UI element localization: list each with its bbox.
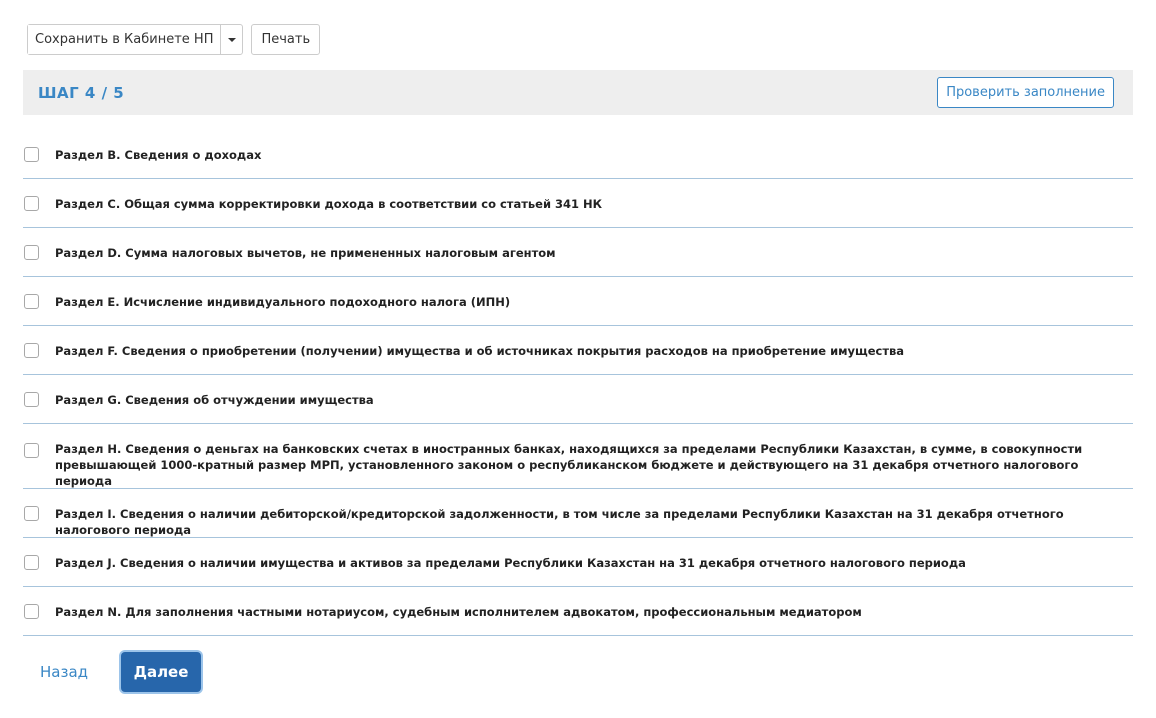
section-label: Раздел F. Сведения о приобретении (получ…: [55, 344, 905, 358]
print-button[interactable]: Печать: [251, 24, 321, 55]
section-checkbox[interactable]: [24, 392, 39, 407]
section-row-d: Раздел D. Сумма налоговых вычетов, не пр…: [23, 228, 1133, 277]
section-row-e: Раздел E. Исчисление индивидуального под…: [23, 277, 1133, 326]
section-row-i: Раздел I. Сведения о наличии дебиторской…: [23, 489, 1133, 538]
section-row-n: Раздел N. Для заполнения частными нотари…: [23, 587, 1133, 636]
section-checkbox[interactable]: [24, 245, 39, 260]
section-checkbox[interactable]: [24, 294, 39, 309]
back-link[interactable]: Назад: [30, 663, 98, 681]
section-row-g: Раздел G. Сведения об отчуждении имущест…: [23, 375, 1133, 424]
section-checkbox[interactable]: [24, 147, 39, 162]
next-button[interactable]: Далее: [121, 652, 202, 692]
toolbar: Сохранить в Кабинете НП Печать: [27, 24, 321, 55]
section-row-j: Раздел J. Сведения о наличии имущества и…: [23, 538, 1133, 587]
save-split-button: Сохранить в Кабинете НП: [27, 24, 244, 55]
caret-down-icon: [227, 37, 236, 42]
section-label: Раздел G. Сведения об отчуждении имущест…: [55, 393, 374, 407]
section-label: Раздел E. Исчисление индивидуального под…: [55, 295, 511, 309]
section-label: Раздел D. Сумма налоговых вычетов, не пр…: [55, 246, 556, 260]
save-in-cabinet-button[interactable]: Сохранить в Кабинете НП: [28, 25, 222, 54]
save-options-dropdown-button[interactable]: [221, 25, 242, 54]
wizard-footer: Назад Далее: [30, 652, 202, 692]
section-row-h: Раздел H. Сведения о деньгах на банковск…: [23, 424, 1133, 489]
section-label: Раздел H. Сведения о деньгах на банковск…: [55, 442, 1083, 488]
section-label: Раздел B. Сведения о доходах: [55, 148, 262, 162]
section-checkbox[interactable]: [24, 506, 39, 521]
section-checkbox[interactable]: [24, 555, 39, 570]
section-row-f: Раздел F. Сведения о приобретении (получ…: [23, 326, 1133, 375]
section-checkbox[interactable]: [24, 604, 39, 619]
section-label: Раздел I. Сведения о наличии дебиторской…: [55, 507, 1064, 537]
section-checkbox[interactable]: [24, 343, 39, 358]
section-checkbox[interactable]: [24, 196, 39, 211]
section-label: Раздел C. Общая сумма корректировки дохо…: [55, 197, 603, 211]
section-label: Раздел N. Для заполнения частными нотари…: [55, 605, 862, 619]
check-filling-button[interactable]: Проверить заполнение: [937, 77, 1114, 108]
sections-list: Раздел B. Сведения о доходах Раздел C. О…: [23, 130, 1133, 636]
section-row-b: Раздел B. Сведения о доходах: [23, 130, 1133, 179]
section-row-c: Раздел C. Общая сумма корректировки дохо…: [23, 179, 1133, 228]
section-label: Раздел J. Сведения о наличии имущества и…: [55, 556, 966, 570]
section-checkbox[interactable]: [24, 443, 39, 458]
step-header: ШАГ 4 / 5 Проверить заполнение: [23, 70, 1133, 115]
step-title: ШАГ 4 / 5: [38, 84, 125, 102]
